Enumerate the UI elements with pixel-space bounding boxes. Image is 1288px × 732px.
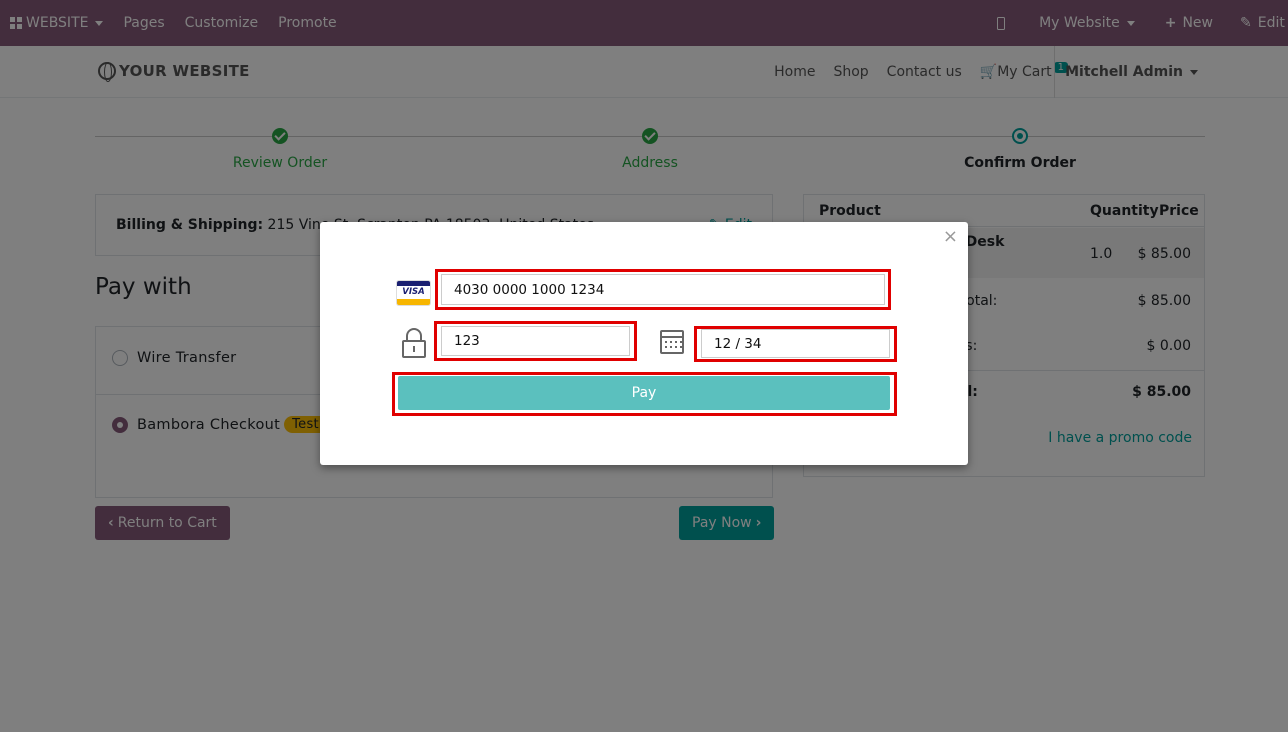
- card-number-input[interactable]: 4030 0000 1000 1234: [441, 274, 885, 305]
- pay-button[interactable]: Pay: [398, 376, 890, 410]
- lock-icon: [402, 328, 426, 358]
- payment-modal: × VISA 4030 0000 1000 1234 123 12 / 34 P…: [320, 222, 968, 465]
- close-icon[interactable]: ×: [943, 228, 958, 246]
- visa-card-icon: VISA: [397, 281, 430, 305]
- visa-text: VISA: [402, 287, 425, 297]
- expiry-input[interactable]: 12 / 34: [701, 329, 890, 358]
- cvv-input[interactable]: 123: [441, 326, 630, 356]
- calendar-icon: [660, 330, 684, 354]
